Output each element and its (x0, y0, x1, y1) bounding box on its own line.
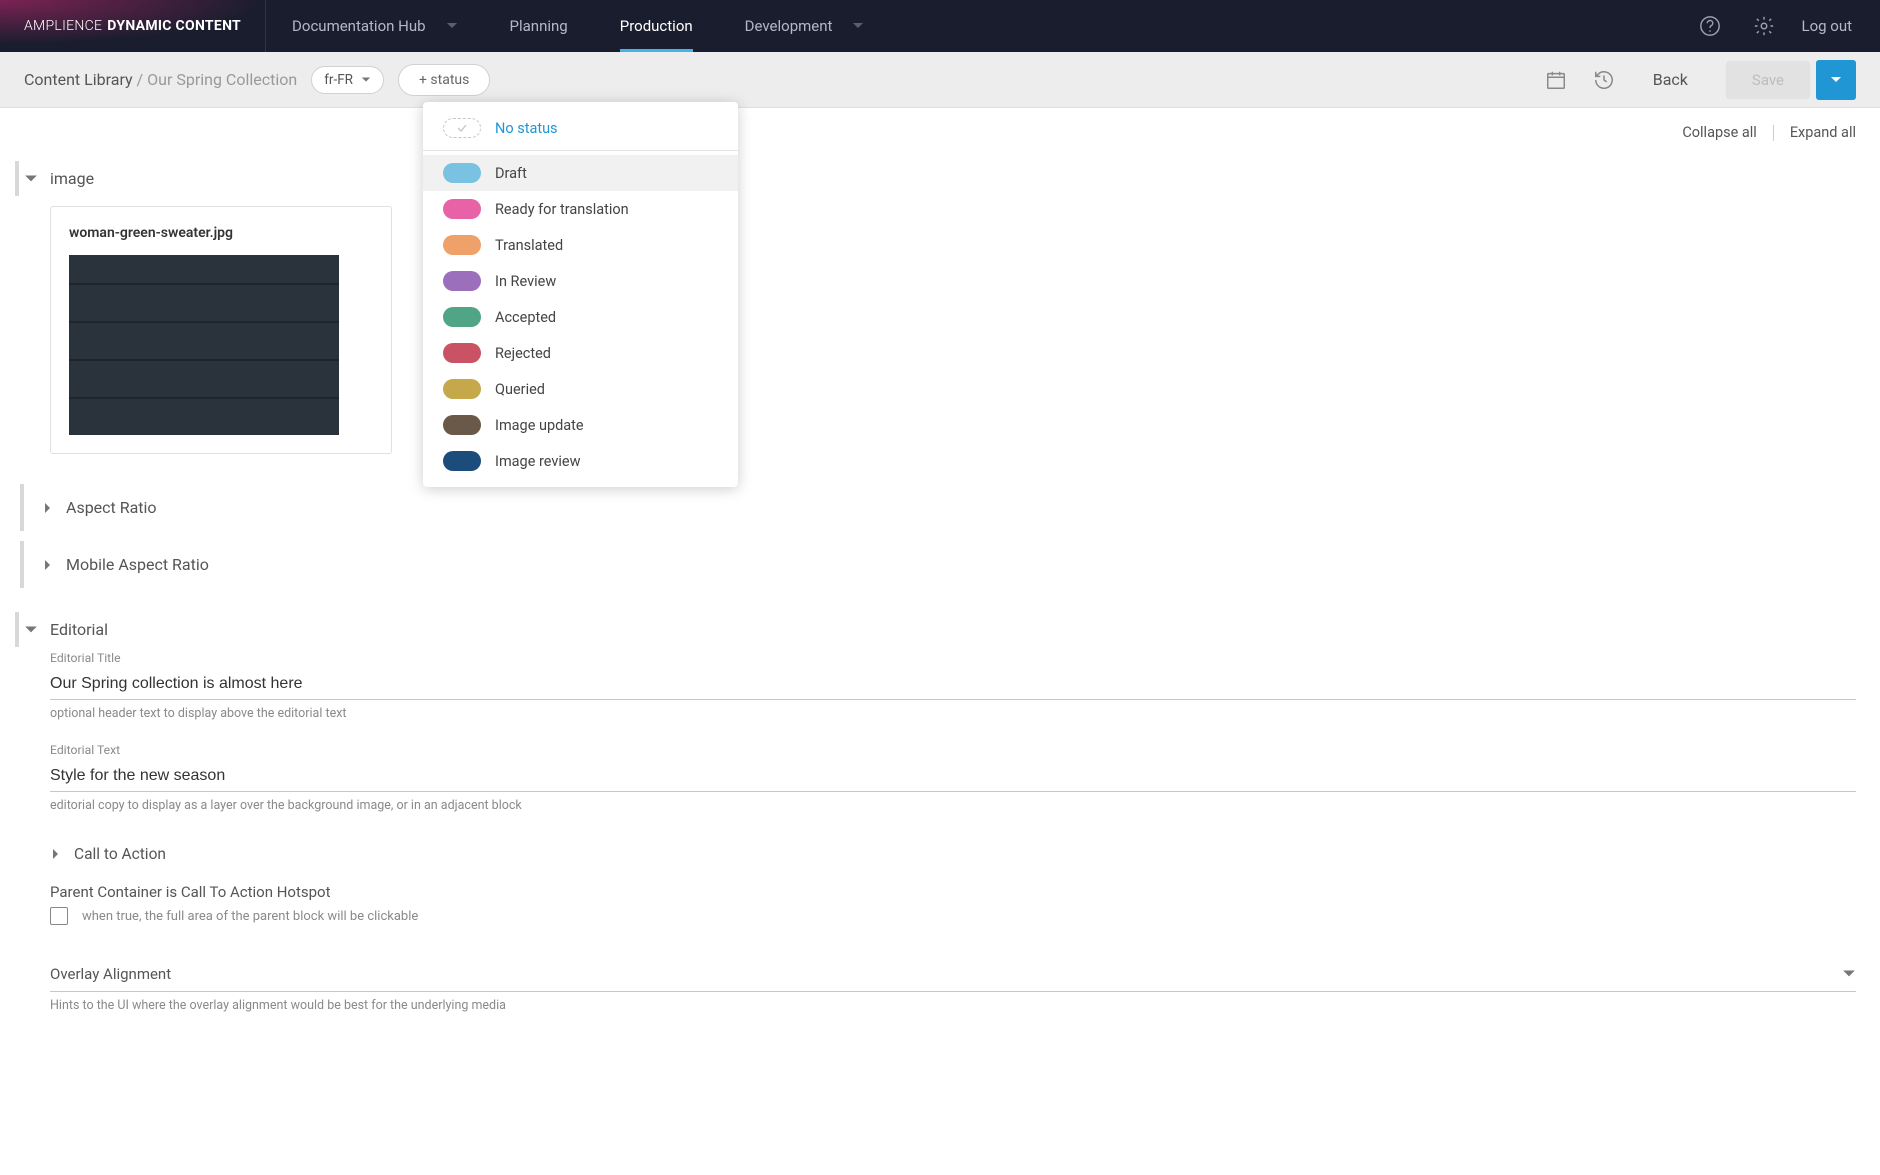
chevron-down-icon (361, 75, 371, 85)
overlay-alignment-select[interactable] (1842, 967, 1856, 981)
editorial-title-label: Editorial Title (50, 651, 1856, 665)
editorial-text-input[interactable] (50, 761, 1856, 792)
overlay-alignment-group: Overlay Alignment Hints to the UI where … (24, 965, 1856, 1013)
chevron-down-icon (24, 172, 38, 186)
breadcrumb-current: Our Spring Collection (147, 70, 297, 89)
nav-production[interactable]: Production (594, 0, 719, 52)
top-nav: AMPLIENCE DYNAMIC CONTENT Documentation … (0, 0, 1880, 52)
status-swatch (443, 451, 481, 471)
chevron-down-icon (24, 623, 38, 637)
hotspot-checkbox[interactable] (50, 907, 68, 925)
section-aspect-ratio[interactable]: Aspect Ratio (20, 484, 1856, 531)
overlay-alignment-help: Hints to the UI where the overlay alignm… (50, 998, 1856, 1013)
collapse-all-button[interactable]: Collapse all (1682, 124, 1757, 141)
status-swatch (443, 271, 481, 291)
status-option-rejected[interactable]: Rejected (423, 335, 738, 371)
status-swatch (443, 415, 481, 435)
status-option-none[interactable]: No status (423, 110, 738, 146)
image-section-body: woman-green-sweater.jpg (24, 200, 1856, 474)
chevron-right-icon (42, 502, 54, 514)
editorial-title-help: optional header text to display above th… (50, 706, 1856, 721)
status-option-image-update[interactable]: Image update (423, 407, 738, 443)
status-swatch (443, 343, 481, 363)
status-swatch (443, 235, 481, 255)
save-dropdown[interactable] (1816, 60, 1856, 100)
image-thumbnail (69, 255, 339, 435)
locale-selector[interactable]: fr-FR (311, 66, 384, 94)
image-card[interactable]: woman-green-sweater.jpg (50, 206, 392, 454)
status-option-in-review[interactable]: In Review (423, 263, 738, 299)
hotspot-desc: when true, the full area of the parent b… (82, 909, 418, 924)
history-icon[interactable] (1587, 63, 1621, 97)
section-call-to-action[interactable]: Call to Action (24, 835, 1856, 873)
editorial-text-group: Editorial Text editorial copy to display… (24, 743, 1856, 813)
chevron-right-icon (50, 848, 62, 860)
section-image-header[interactable]: image (24, 157, 1856, 200)
content-area: Collapse all Expand all image woman-gree… (0, 108, 1880, 1175)
status-option-ready-translation[interactable]: Ready for translation (423, 191, 738, 227)
breadcrumb-root[interactable]: Content Library (24, 70, 133, 89)
hotspot-title: Parent Container is Call To Action Hotsp… (24, 873, 1856, 907)
status-swatch (443, 163, 481, 183)
overlay-alignment-label: Overlay Alignment (50, 965, 171, 983)
status-dropdown: No status Draft Ready for translation Tr… (423, 102, 738, 487)
save-button: Save (1726, 61, 1810, 99)
nav-development[interactable]: Development (719, 0, 891, 52)
nav-planning[interactable]: Planning (484, 0, 594, 52)
chevron-down-icon (852, 20, 864, 32)
chevron-right-icon (42, 559, 54, 571)
status-option-image-review[interactable]: Image review (423, 443, 738, 479)
status-swatch (443, 307, 481, 327)
editorial-title-group: Editorial Title optional header text to … (24, 651, 1856, 721)
logout-link[interactable]: Log out (1801, 17, 1852, 35)
settings-icon[interactable] (1747, 9, 1781, 43)
add-status-button[interactable]: + status (398, 64, 490, 96)
editorial-text-label: Editorial Text (50, 743, 1856, 757)
brand-logo: AMPLIENCE DYNAMIC CONTENT (0, 0, 266, 52)
section-editorial-header[interactable]: Editorial (24, 608, 1856, 651)
collapse-controls: Collapse all Expand all (24, 108, 1856, 157)
chevron-down-icon (446, 20, 458, 32)
hotspot-checkbox-row: when true, the full area of the parent b… (24, 907, 1856, 925)
editorial-title-input[interactable] (50, 669, 1856, 700)
expand-all-button[interactable]: Expand all (1790, 124, 1856, 141)
status-option-draft[interactable]: Draft (423, 155, 738, 191)
editorial-text-help: editorial copy to display as a layer ove… (50, 798, 1856, 813)
back-button[interactable]: Back (1635, 62, 1706, 97)
nav-documentation[interactable]: Documentation Hub (266, 0, 483, 52)
image-filename: woman-green-sweater.jpg (69, 225, 373, 241)
no-status-icon (443, 118, 481, 138)
status-option-translated[interactable]: Translated (423, 227, 738, 263)
section-mobile-aspect-ratio[interactable]: Mobile Aspect Ratio (20, 541, 1856, 588)
breadcrumb: Content Library / Our Spring Collection (24, 70, 297, 89)
sub-header: Content Library / Our Spring Collection … (0, 52, 1880, 108)
calendar-icon[interactable] (1539, 63, 1573, 97)
status-swatch (443, 199, 481, 219)
status-option-queried[interactable]: Queried (423, 371, 738, 407)
help-icon[interactable] (1693, 9, 1727, 43)
status-swatch (443, 379, 481, 399)
status-option-accepted[interactable]: Accepted (423, 299, 738, 335)
